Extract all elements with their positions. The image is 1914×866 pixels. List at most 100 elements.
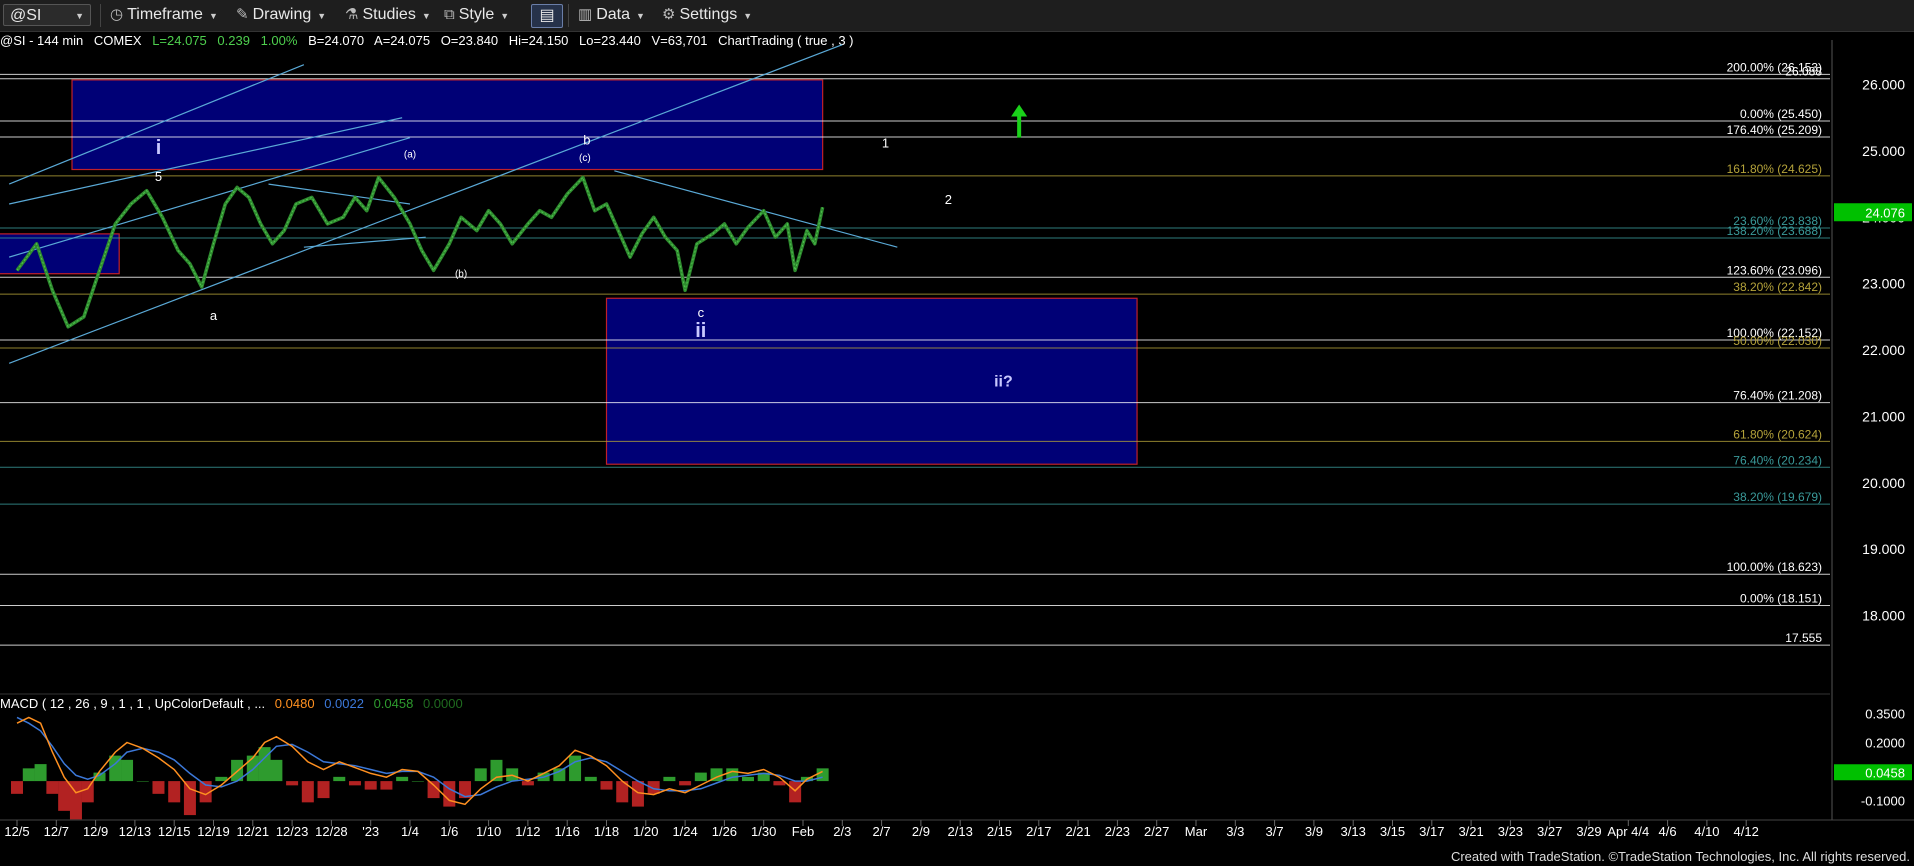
macd-histogram-bar (380, 781, 393, 790)
macd-histogram-bar (364, 781, 377, 790)
trendline (614, 170, 898, 248)
macd-histogram-bar (46, 781, 59, 794)
fib-level-label: 161.80% (24.625) (1727, 162, 1822, 176)
time-tick-label: 1/30 (751, 824, 776, 839)
macd-histogram-bar (136, 781, 149, 782)
fib-level-label: 123.60% (23.096) (1727, 263, 1822, 277)
time-tick-label: 2/17 (1026, 824, 1051, 839)
macd-histogram-bar (569, 755, 582, 782)
trendline (268, 183, 411, 205)
macd-histogram-bar (679, 781, 692, 786)
time-tick-label: 1/12 (515, 824, 540, 839)
time-tick-label: 4/10 (1694, 824, 1719, 839)
time-tick-label: 12/21 (237, 824, 270, 839)
wave-label: (c) (579, 153, 591, 164)
time-tick-label: 12/9 (83, 824, 108, 839)
time-tick-label: 2/21 (1065, 824, 1090, 839)
price-tick-label: 18.000 (1862, 608, 1905, 624)
macd-zero-value: 0.0000 (422, 696, 463, 711)
macd-histogram-bar (34, 764, 47, 782)
macd-histogram-bar (348, 781, 361, 786)
time-tick-label: 1/6 (440, 824, 458, 839)
time-tick-label: 4/6 (1659, 824, 1677, 839)
time-tick-label: 3/29 (1576, 824, 1601, 839)
time-tick-label: Apr 4/4 (1607, 824, 1649, 839)
wave-label: c (698, 305, 705, 320)
wave-label: (a) (404, 150, 416, 161)
wave-label: 1 (882, 136, 889, 151)
time-tick-label: 12/28 (315, 824, 348, 839)
time-tick-label: 2/27 (1144, 824, 1169, 839)
price-tick-label: 23.000 (1862, 276, 1905, 292)
fib-level-label: 38.20% (19.679) (1733, 490, 1822, 504)
time-tick-label: 3/27 (1537, 824, 1562, 839)
wave-label: (b) (455, 269, 467, 280)
time-tick-label: 1/26 (712, 824, 737, 839)
fib-level-label: 176.40% (25.209) (1727, 123, 1822, 137)
wave-label: 2 (945, 192, 952, 207)
time-tick-label: 3/13 (1341, 824, 1366, 839)
time-tick-label: 2/3 (833, 824, 851, 839)
time-tick-label: 2/9 (912, 824, 930, 839)
macd-line (16, 716, 823, 806)
wave-label: b (583, 132, 590, 147)
time-tick-label: Mar (1185, 824, 1208, 839)
macd-histogram-bar (258, 747, 271, 782)
up-arrow-icon (1011, 104, 1028, 117)
macd-histogram-bar (816, 768, 829, 782)
time-tick-label: 3/7 (1266, 824, 1284, 839)
time-tick-label: 1/16 (555, 824, 580, 839)
macd-histogram-bar (553, 768, 566, 782)
macd-histogram-bar (584, 776, 597, 782)
macd-histogram-bar (396, 776, 409, 782)
time-tick-label: 12/23 (276, 824, 309, 839)
macd-histogram-bar (663, 776, 676, 782)
macd-histogram-bar (11, 781, 23, 794)
macd-histogram-bar (58, 781, 71, 811)
time-tick-label: 3/9 (1305, 824, 1323, 839)
time-tick-label: 3/23 (1498, 824, 1523, 839)
time-tick-label: '23 (362, 824, 379, 839)
wave-label: ii (695, 320, 706, 342)
macd-histogram-bar (741, 776, 754, 782)
price-tick-label: 25.000 (1862, 143, 1905, 159)
fib-level-label: 138.20% (23.688) (1727, 224, 1822, 238)
macd-histogram-bar (600, 781, 613, 790)
trendline (303, 236, 426, 248)
price-tick-label: 19.000 (1862, 541, 1905, 557)
price-chart[interactable]: 200.00% (26.153)26.0880.00% (25.450)176.… (0, 0, 1914, 866)
time-tick-label: 2/15 (987, 824, 1012, 839)
time-tick-label: 4/12 (1734, 824, 1759, 839)
macd-histogram-bar (474, 768, 487, 782)
macd-histogram-bar (152, 781, 165, 794)
time-tick-label: 12/19 (197, 824, 230, 839)
fib-level-label: 0.00% (18.151) (1740, 592, 1822, 606)
price-tick-label: 21.000 (1862, 408, 1905, 424)
macd-histogram-bar (246, 755, 259, 782)
target-zone-box-0 (71, 79, 824, 171)
macd-legend: MACD ( 12 , 26 , 9 , 1 , 1 , UpColorDefa… (0, 696, 463, 711)
macd-histogram-bar (168, 781, 181, 803)
macd-tick-label: 0.2000 (1865, 735, 1905, 750)
time-tick-label: 3/15 (1380, 824, 1405, 839)
wave-label: a (210, 308, 218, 323)
fib-level-label: 17.555 (1785, 631, 1822, 645)
wave-label: i (156, 137, 162, 159)
wave-label: 5 (155, 169, 162, 184)
macd-histogram-bar (121, 759, 134, 782)
macd-tick-label: -0.1000 (1861, 793, 1905, 808)
time-tick-label: 12/15 (158, 824, 191, 839)
macd-histogram-bar (22, 768, 35, 782)
time-tick-label: 1/10 (476, 824, 501, 839)
time-tick-label: 12/5 (4, 824, 29, 839)
macd-value: 0.0480 (274, 696, 315, 711)
time-tick-label: 12/13 (119, 824, 152, 839)
fib-level-label: 76.40% (21.208) (1733, 389, 1822, 403)
time-tick-label: 1/18 (594, 824, 619, 839)
time-tick-label: 3/3 (1226, 824, 1244, 839)
fib-level-label: 76.40% (20.234) (1733, 453, 1822, 467)
time-tick-label: 3/17 (1419, 824, 1444, 839)
macd-histogram-bar (301, 781, 314, 803)
wave-label: ii? (994, 374, 1013, 391)
fib-level-label: 100.00% (18.623) (1727, 560, 1822, 574)
